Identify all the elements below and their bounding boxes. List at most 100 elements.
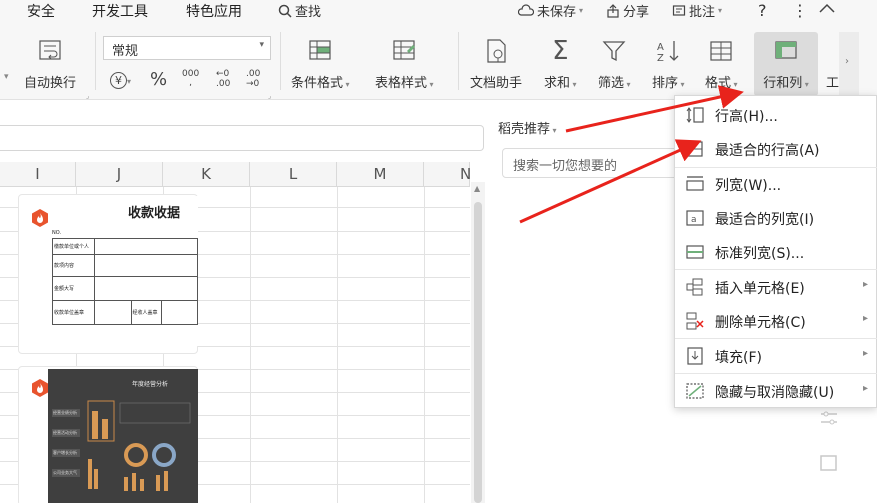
thousands-icon: 000 [182, 69, 200, 79]
tab-developer-tools[interactable]: 开发工具 [92, 1, 148, 21]
submenu-arrow-icon: ▸ [862, 313, 868, 324]
menu-item-label: 行高(H)... [715, 109, 778, 125]
filter-label: 筛选 ▾ [598, 76, 631, 91]
insert-cells-icon [686, 278, 703, 296]
format-button[interactable]: 格式 ▾ [705, 36, 738, 91]
conditional-format-button[interactable]: 条件格式 ▾ [291, 36, 350, 91]
settings-sliders-icon[interactable] [818, 408, 840, 430]
comment-button[interactable]: 批注 ▾ [672, 1, 722, 20]
menu-item-fill[interactable]: 填充(F) ▸ [675, 339, 877, 373]
column-header-l[interactable]: L [250, 162, 337, 187]
chevron-down-icon: ▾ [259, 40, 264, 50]
sum-button[interactable]: Σ 求和 ▾ [544, 36, 577, 91]
divider [95, 32, 96, 90]
conditional-format-icon [305, 36, 335, 66]
row-column-icon [771, 36, 801, 66]
filter-button[interactable]: 筛选 ▾ [598, 36, 631, 91]
fill-icon [687, 347, 703, 365]
formula-bar-input[interactable] [0, 125, 484, 151]
worksheet-button[interactable]: 工 [826, 72, 839, 91]
search-icon [278, 4, 292, 18]
document-assistant-label: 文档助手 [470, 76, 523, 91]
tab-security[interactable]: 安全 [27, 1, 55, 21]
column-header-n[interactable]: N [424, 162, 470, 187]
more-button[interactable]: ⋮ [792, 1, 808, 20]
group-launcher-icon[interactable]: ⌟ [86, 92, 89, 100]
menu-item-standard-column-width[interactable]: 标准列宽(S)... [675, 235, 877, 269]
menu-bar: 安全 开发工具 特色应用 查找 未保存 ▾ 分享 批注 ▾ ? ⋮ [0, 0, 877, 22]
menu-item-insert-cells[interactable]: 插入单元格(E) ▸ [675, 270, 877, 304]
svg-text:Z: Z [657, 53, 664, 63]
menu-item-autofit-row-height[interactable]: 最适合的行高(A) [675, 132, 877, 166]
hot-badge-icon [32, 379, 48, 397]
ribbon-toolbar: ▾ 自动换行 ⌟ 常规 ▾ ¥ ▾ % 000, ←0 .00 .00 →0 ⌟ … [0, 22, 877, 100]
menu-item-label: 隐藏与取消隐藏(U) [715, 385, 835, 401]
menu-item-label: 标准列宽(S)... [715, 246, 805, 262]
ribbon-scroll-right[interactable]: › [839, 32, 859, 96]
row-and-column-button[interactable]: 行和列 ▾ [754, 32, 818, 96]
divider [458, 32, 459, 90]
sort-icon: AZ [653, 36, 683, 66]
menu-item-hide-unhide[interactable]: 隐藏与取消隐藏(U) ▸ [675, 374, 877, 408]
dashboard-tag: 公司业务大气 [52, 469, 80, 477]
thousands-separator-button[interactable]: 000, [182, 70, 199, 88]
menu-item-column-width[interactable]: 列宽(W)... [675, 167, 877, 201]
help-button[interactable]: ? [758, 1, 767, 20]
panel-title[interactable]: 稻壳推荐 ▾ [498, 118, 557, 137]
percent-format-button[interactable]: % [150, 69, 167, 90]
grid-line [424, 187, 425, 503]
menu-item-label: 插入单元格(E) [715, 281, 805, 297]
share-button[interactable]: 分享 [606, 1, 649, 20]
chevron-down-icon: ▾ [127, 77, 132, 86]
hide-unhide-icon [686, 383, 704, 399]
table-style-button[interactable]: 表格样式 ▾ [375, 36, 434, 91]
edit-note-icon[interactable] [818, 452, 840, 474]
menu-item-label: 最适合的行高(A) [715, 143, 820, 159]
menu-item-row-height[interactable]: 行高(H)... [675, 98, 877, 132]
receipt-cell: 经收人盖章 [130, 300, 162, 325]
receipt-cell: 金额大写 [52, 276, 95, 301]
currency-format-button[interactable]: ¥ ▾ [110, 70, 131, 89]
sum-label: 求和 ▾ [544, 76, 577, 91]
dashboard-tag: 经营业绩分析 [52, 409, 80, 417]
row-and-column-label: 行和列 ▾ [763, 76, 809, 91]
menu-item-delete-cells[interactable]: 删除单元格(C) ▸ [675, 304, 877, 338]
menu-item-label: 删除单元格(C) [715, 315, 806, 331]
receipt-cell: 缴款单位或个人 [52, 238, 95, 255]
collapse-ribbon-button[interactable] [818, 1, 836, 15]
submenu-arrow-icon: ▸ [862, 348, 868, 359]
column-header-j[interactable]: J [76, 162, 163, 187]
receipt-table: 缴款单位或个人 款项内容 金额大写 收款单位盖章 经收人盖章 [52, 238, 198, 325]
template-search-input[interactable]: 搜索一切您想要的 [502, 148, 682, 178]
sum-icon: Σ [552, 36, 569, 66]
wrap-text-button[interactable]: 自动换行 [24, 36, 76, 91]
format-label: 格式 ▾ [705, 76, 738, 91]
sort-label: 排序 ▾ [652, 76, 685, 91]
grid-line [250, 187, 251, 503]
comment-label: 批注 [689, 5, 716, 20]
tab-featured-apps[interactable]: 特色应用 [186, 1, 242, 21]
menu-item-autofit-column-width[interactable]: a 最适合的列宽(I) [675, 201, 877, 235]
decrease-decimal-button[interactable]: .00 →0 [246, 69, 266, 89]
document-assistant-button[interactable]: 文档助手 [470, 36, 522, 91]
number-format-select[interactable]: 常规 ▾ [103, 36, 271, 60]
receipt-cell: 收款单位盖章 [52, 300, 95, 325]
chevron-down-icon: ▾ [4, 72, 9, 82]
group-launcher-icon[interactable]: ⌟ [268, 92, 271, 100]
format-icon [706, 36, 736, 66]
column-header-m[interactable]: M [337, 162, 424, 187]
scrollbar-thumb[interactable] [474, 202, 482, 503]
sort-button[interactable]: AZ 排序 ▾ [652, 36, 685, 91]
share-icon [607, 3, 619, 18]
increase-decimal-button[interactable]: ←0 .00 [216, 69, 236, 89]
column-header-k[interactable]: K [163, 162, 250, 187]
save-status[interactable]: 未保存 ▾ [518, 1, 583, 20]
receipt-template-preview: 收款收据 NO. 缴款单位或个人 款项内容 金额大写 收款单位盖章 经收人盖章 [48, 196, 198, 346]
cloud-sync-icon [518, 3, 534, 16]
hot-badge-icon [32, 209, 48, 227]
comment-icon [672, 4, 686, 16]
vertical-scrollbar[interactable]: ▲ [471, 182, 485, 503]
column-header-i[interactable]: I [0, 162, 76, 187]
search-command[interactable]: 查找 [278, 1, 321, 20]
scroll-up-icon[interactable]: ▲ [474, 184, 480, 193]
